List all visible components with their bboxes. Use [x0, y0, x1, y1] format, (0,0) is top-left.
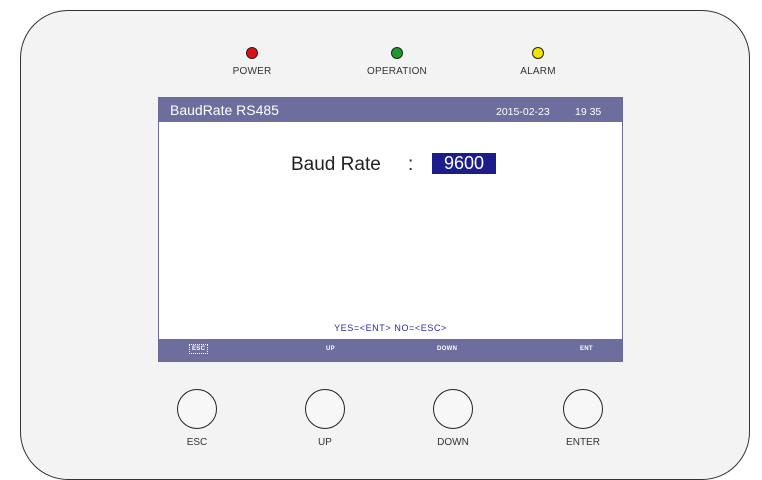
power-led-icon [246, 47, 258, 59]
screen-header: BaudRate RS485 2015-02-23 19 35 [159, 98, 622, 122]
alarm-led-label: ALARM [520, 66, 556, 77]
up-button[interactable] [305, 389, 345, 429]
softkey-ent: ENT [580, 346, 593, 352]
operation-led-icon [391, 47, 403, 59]
screen-time: 19 35 [575, 106, 602, 118]
softkey-up: UP [326, 346, 335, 352]
up-button-label: UP [318, 437, 332, 448]
softkey-esc: ESC [189, 344, 209, 354]
baud-rate-value[interactable]: 9600 [432, 153, 496, 174]
baud-rate-colon: : [408, 154, 414, 175]
lcd-screen: BaudRate RS485 2015-02-23 19 35 Baud Rat… [158, 97, 623, 362]
enter-button[interactable] [563, 389, 603, 429]
baud-rate-label: Baud Rate [291, 154, 381, 175]
screen-title: BaudRate RS485 [170, 102, 279, 118]
alarm-led-icon [532, 47, 544, 59]
screen-date: 2015-02-23 [496, 106, 550, 118]
softkey-down: DOWN [437, 346, 458, 352]
enter-button-label: ENTER [566, 437, 600, 448]
down-button-label: DOWN [437, 437, 469, 448]
down-button[interactable] [433, 389, 473, 429]
power-led-label: POWER [232, 66, 272, 77]
esc-button-label: ESC [186, 437, 208, 448]
operation-led-label: OPERATION [367, 66, 427, 77]
softkey-bar: ESC UP DOWN ENT [159, 339, 622, 361]
confirm-prompt: YES=<ENT> NO=<ESC> [334, 323, 447, 333]
esc-button[interactable] [177, 389, 217, 429]
